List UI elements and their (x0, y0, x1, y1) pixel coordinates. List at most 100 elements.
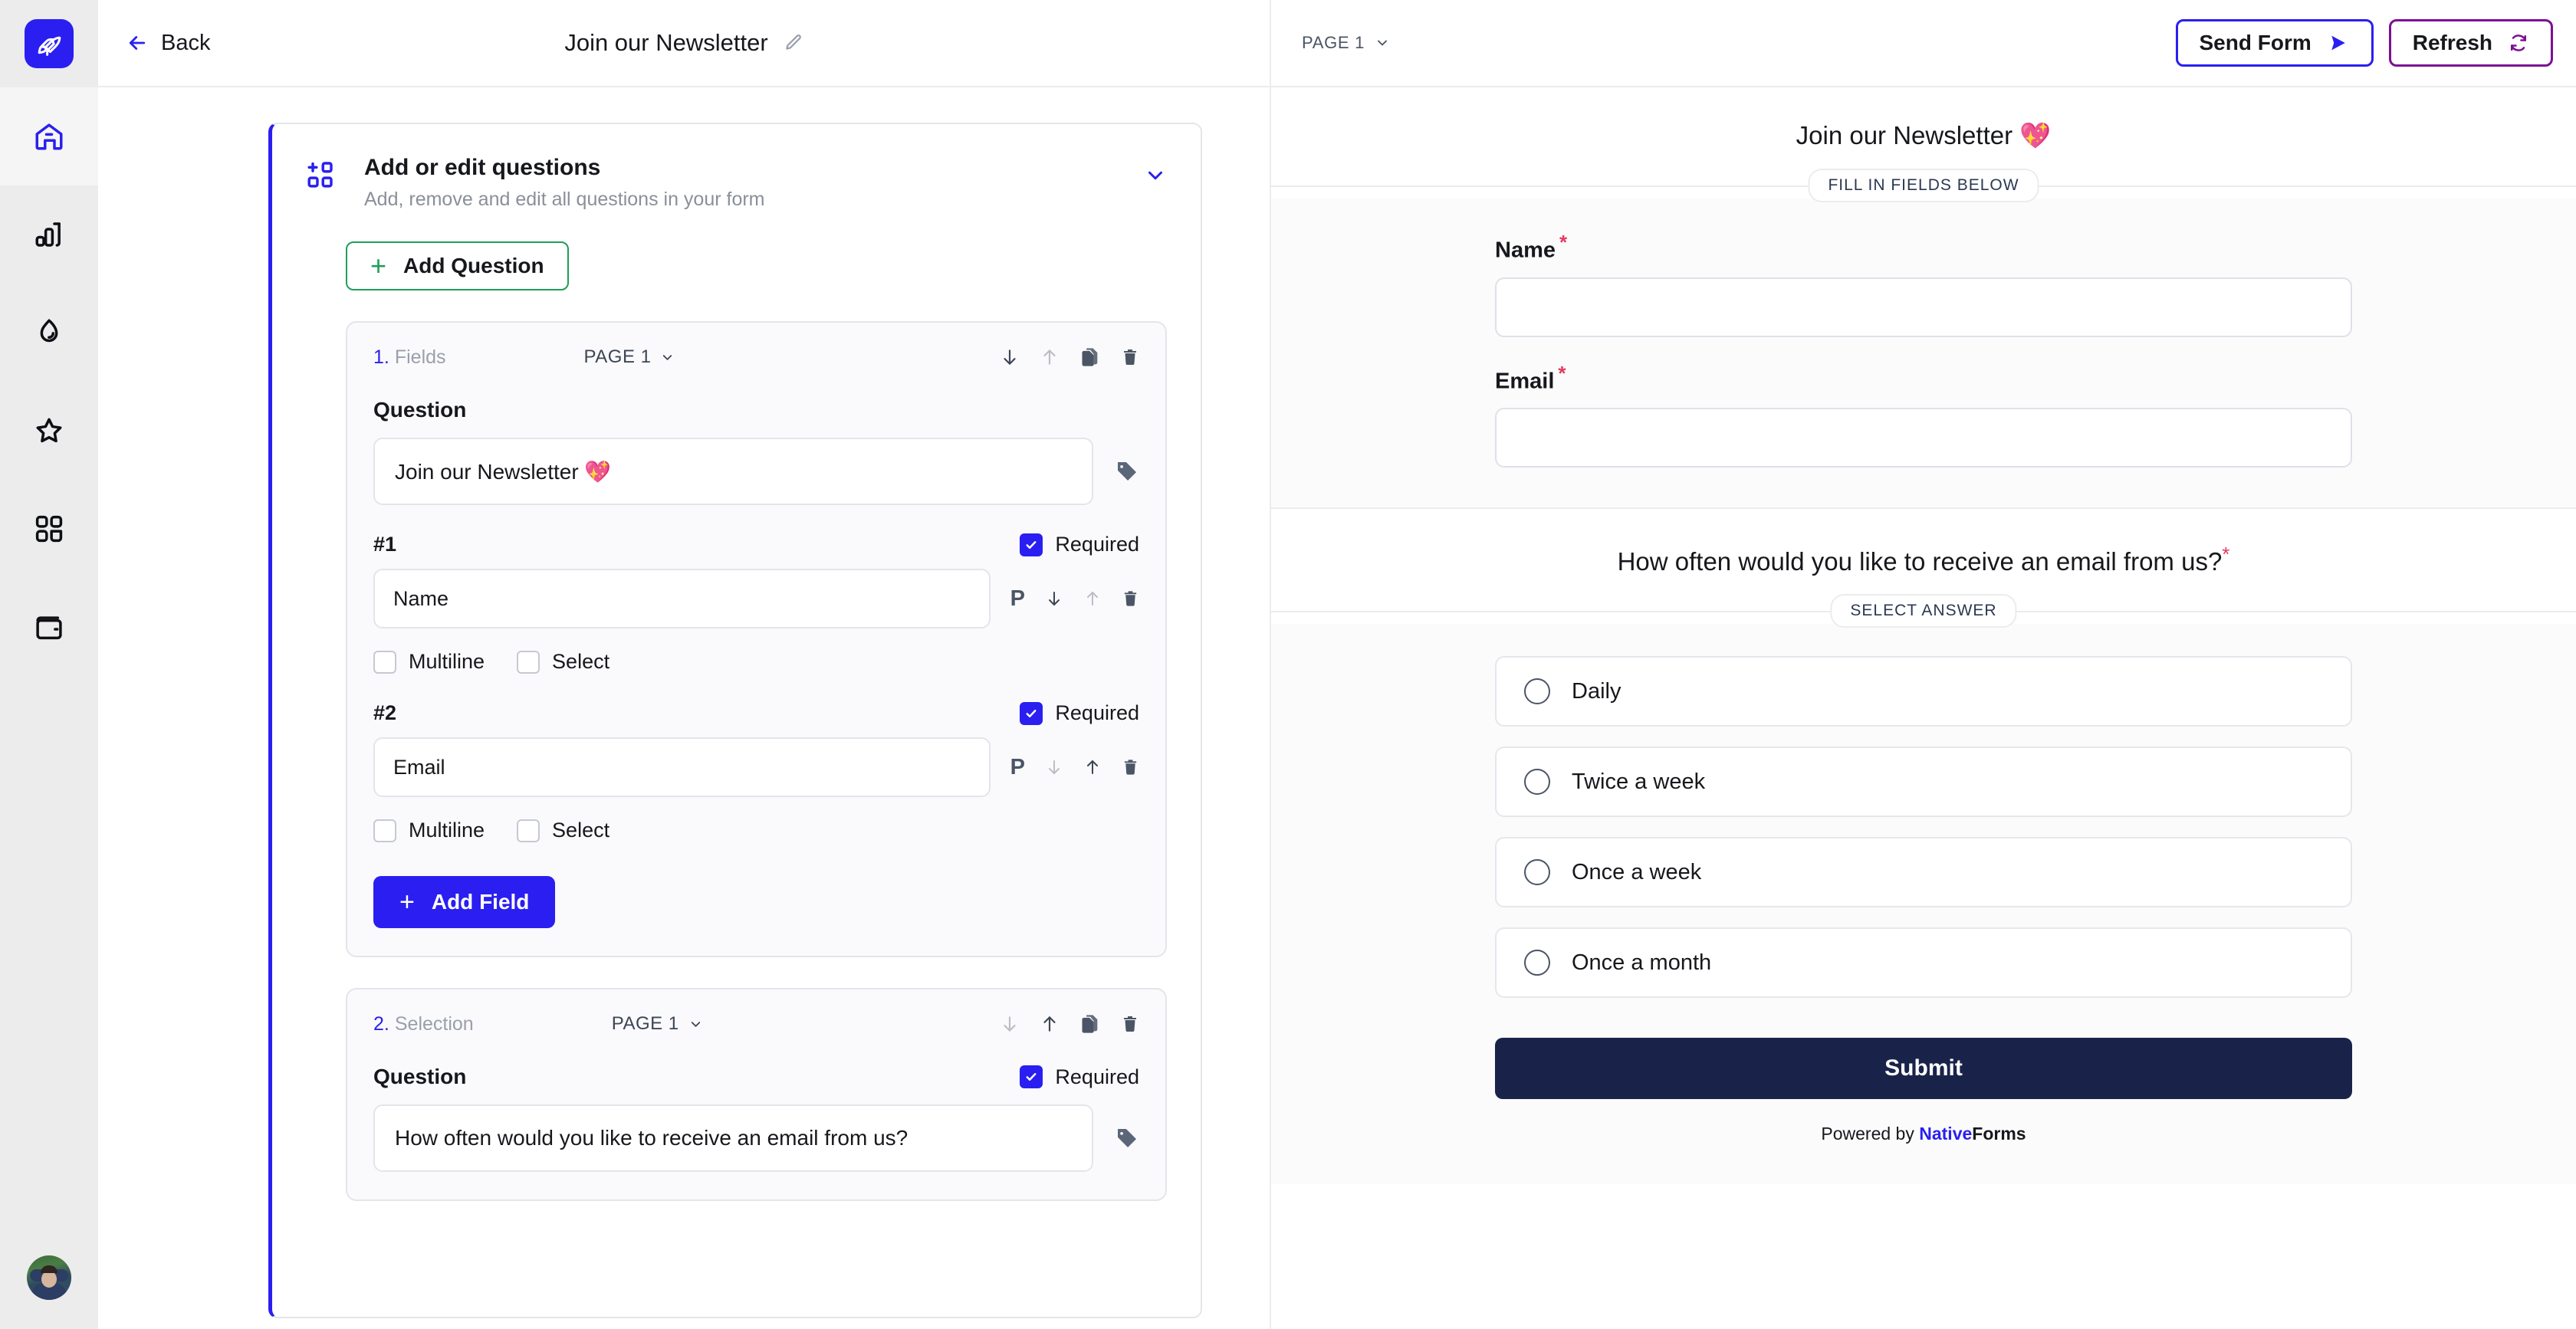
send-arrow-icon (2327, 31, 2350, 54)
question-input[interactable]: Join our Newsletter 💖 (373, 438, 1093, 505)
wallet-icon (33, 611, 65, 643)
flame-icon (33, 317, 65, 349)
main-area: Back Join our Newsletter PAGE 1 Send For… (98, 0, 2576, 1329)
powered-prefix: Powered by (1821, 1124, 1920, 1144)
preview-option-label: Daily (1572, 678, 1622, 704)
preview-option-label: Twice a week (1572, 769, 1706, 794)
add-field-label: Add Field (431, 890, 530, 914)
delete-icon[interactable] (1122, 756, 1139, 778)
question-card-header: 1. Fields PAGE 1 (373, 346, 1139, 369)
preview-title-text: Join our Newsletter 💖 (1796, 121, 2052, 149)
app-root: Back Join our Newsletter PAGE 1 Send For… (0, 0, 2576, 1329)
move-down-icon[interactable] (1000, 1012, 1020, 1035)
submit-button[interactable]: Submit (1495, 1038, 2352, 1100)
delete-icon[interactable] (1122, 588, 1139, 609)
send-form-button[interactable]: Send Form (2175, 19, 2374, 67)
move-up-icon[interactable] (1040, 346, 1060, 369)
required-checkbox[interactable]: Required (1020, 701, 1139, 725)
back-label: Back (161, 30, 211, 55)
select-checkbox[interactable]: Select (517, 819, 610, 842)
preview-option-label: Once a month (1572, 950, 1712, 975)
section-title: Add or edit questions (364, 155, 601, 180)
question-card: 1. Fields PAGE 1 Question Join our Newsl… (346, 321, 1167, 957)
question-page-select[interactable]: PAGE 1 (584, 346, 675, 368)
delete-icon[interactable] (1121, 1012, 1139, 1035)
field-top: #2 Required (373, 701, 1139, 725)
app-logo[interactable] (25, 19, 74, 68)
preview-option-label: Once a week (1572, 859, 1702, 884)
question-input-row: How often would you like to receive an e… (373, 1104, 1139, 1172)
preview-field-label-text: Email (1495, 369, 1555, 394)
preview-fields-body: Name * Email * (1271, 199, 2576, 508)
move-down-icon[interactable] (1000, 346, 1020, 369)
select-checkbox[interactable]: Select (517, 650, 610, 674)
duplicate-icon[interactable] (1079, 1012, 1101, 1035)
move-up-icon[interactable] (1083, 756, 1102, 778)
brand-forms: Forms (1972, 1124, 2026, 1144)
add-blocks-icon (306, 155, 341, 195)
sidebar-item-apps[interactable] (0, 480, 98, 578)
sidebar-item-analytics[interactable] (0, 185, 98, 284)
multiline-checkbox[interactable]: Multiline (373, 650, 485, 674)
placeholder-icon[interactable]: P (1010, 586, 1025, 612)
avatar[interactable] (27, 1255, 71, 1300)
move-down-icon[interactable] (1045, 756, 1063, 778)
field-index: #2 (373, 701, 397, 724)
preview-chip-row: FILL IN FIELDS BELOW (1271, 169, 2576, 202)
select-label: Select (552, 819, 610, 842)
question-card-header: 2. Selection PAGE 1 (373, 1012, 1139, 1035)
tag-icon[interactable] (1115, 1126, 1139, 1150)
refresh-label: Refresh (2412, 31, 2492, 54)
pencil-icon[interactable] (784, 33, 803, 53)
refresh-icon (2508, 32, 2529, 54)
placeholder-icon[interactable]: P (1010, 755, 1025, 780)
back-button[interactable]: Back (126, 31, 210, 56)
editor-panel: Add or edit questions Add, remove and ed… (98, 87, 1271, 1329)
tag-icon[interactable] (1115, 459, 1139, 484)
move-down-icon[interactable] (1045, 588, 1063, 609)
add-question-label: Add Question (403, 254, 544, 277)
preview-section-fields: Join our Newsletter 💖 FILL IN FIELDS BEL… (1271, 87, 2576, 508)
preview-option[interactable]: Daily (1495, 656, 2352, 727)
move-up-icon[interactable] (1083, 588, 1102, 609)
preview-page-select[interactable]: PAGE 1 (1302, 33, 1390, 53)
question-card-tools (1000, 1012, 1139, 1035)
duplicate-icon[interactable] (1079, 346, 1101, 369)
preview-option[interactable]: Once a month (1495, 927, 2352, 999)
sidebar-item-favorites[interactable] (0, 382, 98, 480)
select-label: Select (552, 650, 610, 673)
question-input[interactable]: How often would you like to receive an e… (373, 1104, 1093, 1172)
refresh-button[interactable]: Refresh (2388, 19, 2553, 67)
submit-label: Submit (1884, 1055, 1963, 1081)
powered-by: Powered by NativeForms (1495, 1124, 2352, 1144)
required-label: Required (1055, 701, 1139, 724)
question-page-select[interactable]: PAGE 1 (612, 1013, 703, 1035)
preview-chip: FILL IN FIELDS BELOW (1808, 169, 2039, 202)
move-up-icon[interactable] (1040, 1012, 1060, 1035)
preview-name-input[interactable] (1495, 277, 2352, 337)
preview-field: Name * (1495, 231, 2352, 337)
preview-email-input[interactable] (1495, 408, 2352, 468)
multiline-checkbox[interactable]: Multiline (373, 819, 485, 842)
sidebar-item-trending[interactable] (0, 284, 98, 382)
field-name-input[interactable]: Email (373, 737, 991, 797)
sidebar-item-home[interactable] (0, 87, 98, 185)
chevron-down-icon[interactable] (1144, 155, 1167, 187)
avatar-head (41, 1271, 57, 1288)
sidebar (0, 0, 98, 1329)
required-checkbox[interactable]: Required (1020, 1065, 1139, 1089)
field-options: Multiline Select (373, 650, 1139, 674)
sidebar-item-billing[interactable] (0, 578, 98, 676)
field-row: Email P (373, 737, 1139, 797)
add-field-button[interactable]: + Add Field (373, 876, 556, 928)
preview-panel: Join our Newsletter 💖 FILL IN FIELDS BEL… (1271, 87, 2576, 1329)
section-header: Add or edit questions Add, remove and ed… (306, 155, 1167, 211)
preview-option[interactable]: Once a week (1495, 837, 2352, 908)
field-name-input[interactable]: Name (373, 569, 991, 628)
add-question-button[interactable]: + Add Question (346, 241, 569, 290)
page-title: Join our Newsletter (564, 29, 768, 56)
delete-icon[interactable] (1121, 346, 1139, 369)
question-label-row: Question Required (373, 1065, 1139, 1089)
required-checkbox[interactable]: Required (1020, 533, 1139, 556)
preview-option[interactable]: Twice a week (1495, 747, 2352, 818)
